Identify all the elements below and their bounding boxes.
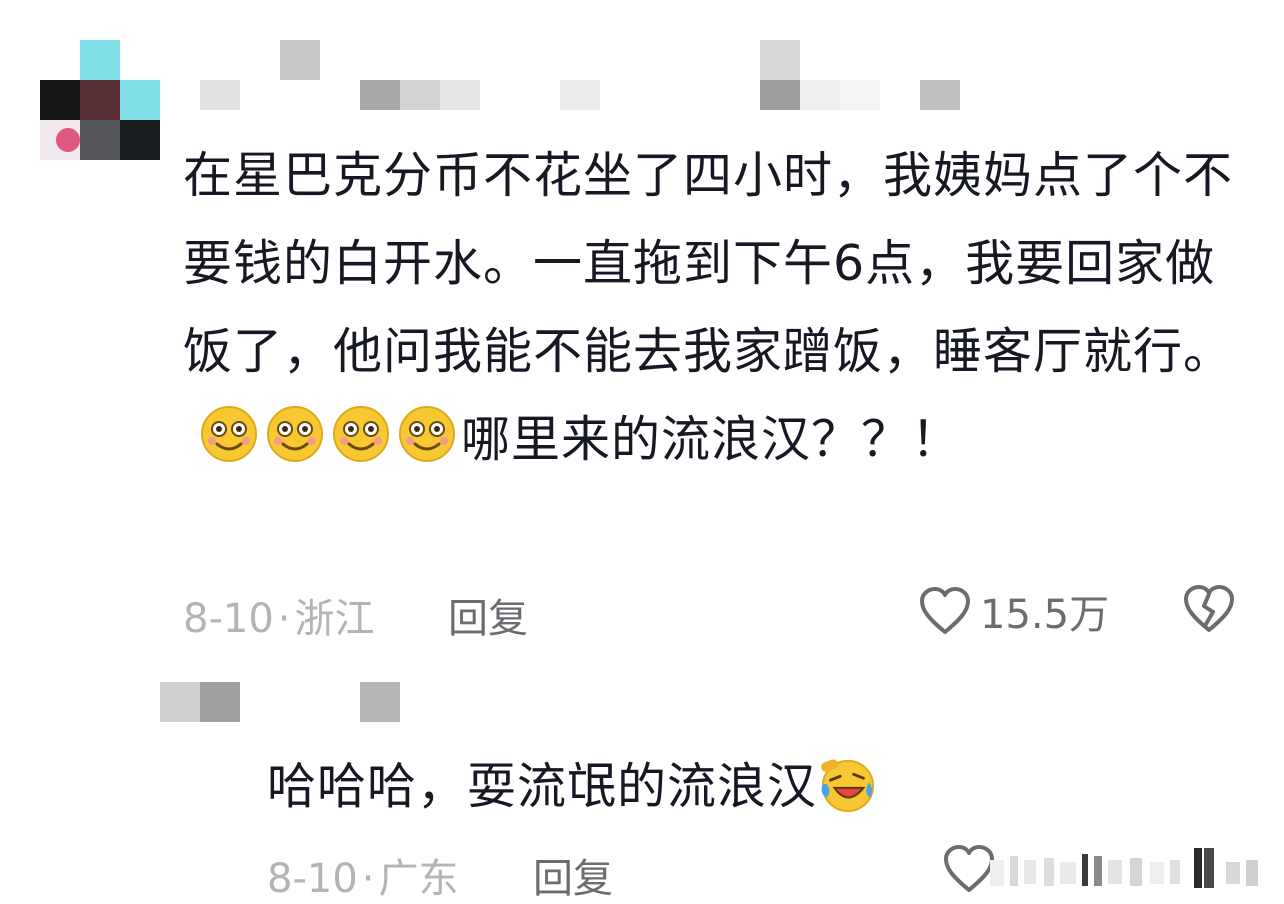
comment-like-button[interactable]: 15.5万 xyxy=(918,582,1109,640)
comment-like-count: 15.5万 xyxy=(980,592,1110,638)
comment-location: 浙江 xyxy=(294,596,375,642)
laugh-cry-emoji-icon xyxy=(821,759,875,813)
watermark-censored xyxy=(990,842,1280,892)
heart-outline-icon xyxy=(920,587,970,634)
comment-text-tail: 哪里来的流浪汉？？！ xyxy=(461,411,962,468)
reply-meta: 8-10 · 广东 xyxy=(267,846,459,904)
reply-text-main: 哈哈哈，耍流氓的流浪汉 xyxy=(267,758,818,815)
reply-body: 哈哈哈，耍流氓的流浪汉 xyxy=(267,752,875,822)
smile-emoji-icon xyxy=(267,406,323,462)
meta-dot: · xyxy=(277,596,291,642)
commenter-username-censored[interactable] xyxy=(200,40,980,110)
replier-username-censored[interactable] xyxy=(160,670,420,722)
heart-outline-icon xyxy=(944,845,994,892)
reply-location: 广东 xyxy=(378,856,459,902)
commenter-avatar[interactable] xyxy=(40,40,160,160)
comment-meta: 8-10 · 浙江 xyxy=(183,586,375,644)
reply-date: 8-10 xyxy=(267,856,358,902)
comment-text-main: 在星巴克分币不花坐了四小时，我姨妈点了个不要钱的白开水。一直拖到下午6点，我要回… xyxy=(183,147,1234,380)
comment-dislike-button[interactable] xyxy=(1182,584,1236,638)
comment-reply-button[interactable]: 回复 xyxy=(448,586,528,644)
reply-reply-button[interactable]: 回复 xyxy=(533,846,613,904)
broken-heart-icon xyxy=(1184,585,1234,632)
smile-emoji-icon xyxy=(201,406,257,462)
smile-emoji-icon xyxy=(333,406,389,462)
comment-body: 在星巴克分币不花坐了四小时，我姨妈点了个不要钱的白开水。一直拖到下午6点，我要回… xyxy=(183,132,1243,484)
reply-like-button[interactable] xyxy=(942,844,996,894)
smile-emoji-icon xyxy=(399,406,455,462)
comment-date: 8-10 xyxy=(183,596,274,642)
comment-emoji-row xyxy=(199,404,457,464)
meta-dot: · xyxy=(361,856,375,902)
